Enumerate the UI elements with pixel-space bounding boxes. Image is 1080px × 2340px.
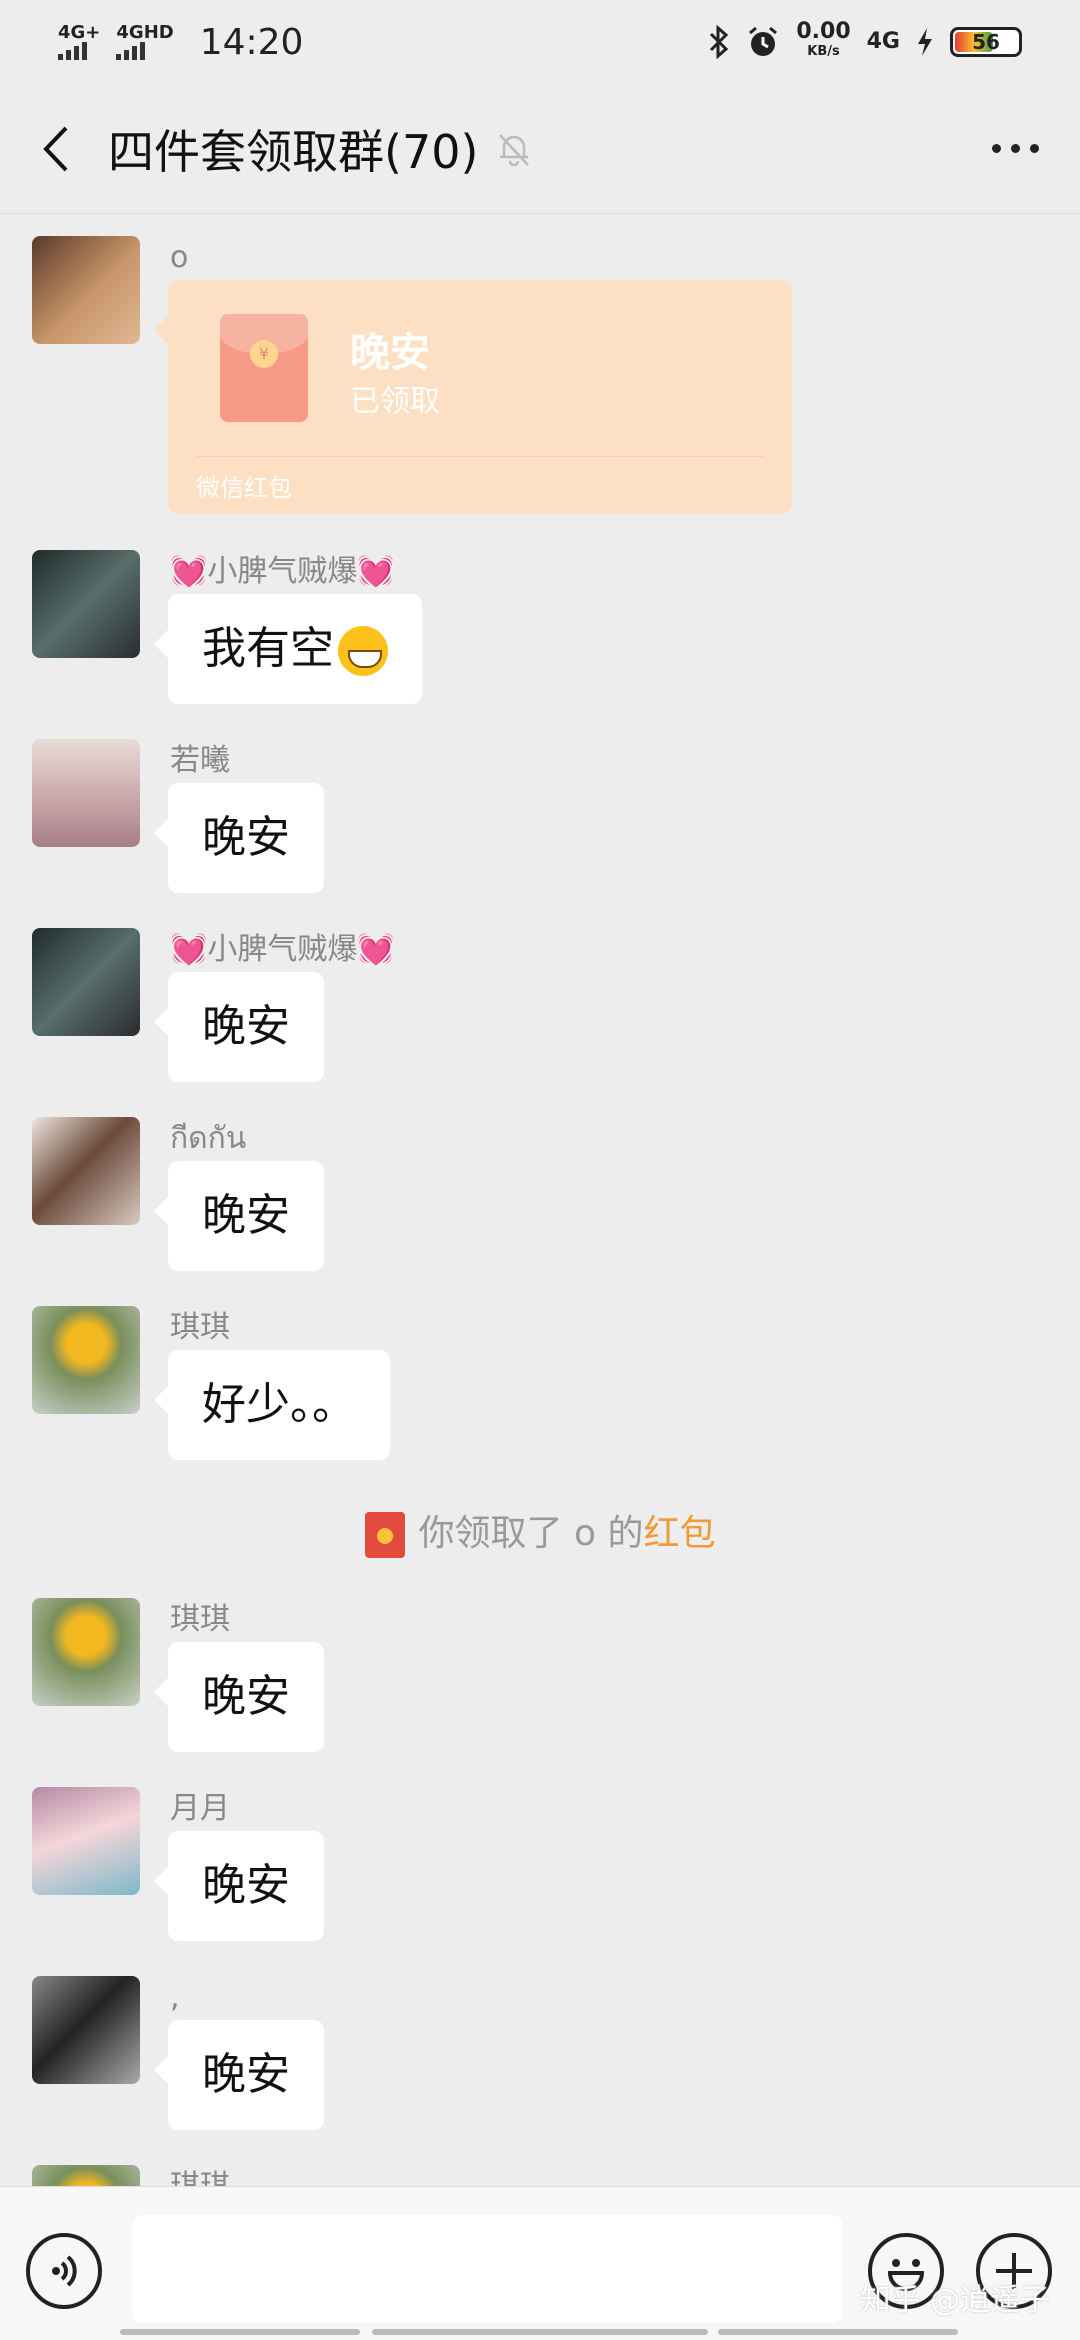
avatar[interactable] (32, 1787, 140, 1895)
heart-icon: 💓 (170, 932, 208, 967)
nav-bar-indicator (718, 2329, 958, 2335)
avatar[interactable] (32, 2165, 140, 2186)
red-packet-notice: 你领取了 o 的红包 (0, 1504, 1080, 1558)
sender-name: 琪琪 (170, 2165, 230, 2186)
sender-name: 月月 (170, 1791, 230, 1826)
sender-name: 💓小脾气贼爆💓 (170, 932, 395, 967)
avatar[interactable] (32, 739, 140, 847)
red-packet-icon (364, 1512, 405, 1558)
page-title: 四件套领取群(70) (108, 124, 479, 179)
sender-name: 琪琪 (170, 1602, 230, 1637)
avatar[interactable] (32, 550, 140, 658)
message-bubble[interactable]: 晚安 (154, 783, 324, 893)
signal-4g-indicator-2: 4G (866, 29, 900, 54)
watermark: 知乎 @逍遥子 (860, 2283, 1050, 2318)
avatar[interactable] (32, 1306, 140, 1414)
back-button[interactable] (30, 119, 80, 179)
sender-name: 💓小脾气贼爆💓 (170, 554, 395, 589)
input-bar: 知乎 @逍遥子 (0, 2186, 1080, 2340)
heart-icon: 💓 (357, 554, 395, 589)
list-item: 若曦 晚安 (32, 739, 324, 893)
bluetooth-icon (710, 25, 729, 59)
more-icon (991, 144, 1001, 153)
avatar[interactable] (32, 1976, 140, 2084)
mute-bell-icon (499, 133, 530, 166)
sender-name: o (170, 240, 189, 275)
packet-footer: 微信红包 (196, 474, 292, 502)
status-time: 14:20 (199, 21, 304, 63)
message-bubble[interactable]: 好少。。 (154, 1350, 390, 1460)
chat-header: 四件套领取群(70) (0, 84, 1080, 214)
list-item: 琪琪 (32, 2165, 230, 2186)
red-packet-card[interactable]: ¥ 晚安 已领取 微信红包 (154, 280, 792, 514)
list-item: o ¥ 晚安 已领取 微信红包 (32, 236, 792, 514)
list-item: 琪琪 晚安 (32, 1598, 324, 1752)
message-bubble[interactable]: 晚安 (154, 972, 324, 1082)
message-list[interactable]: o ¥ 晚安 已领取 微信红包 💓小脾气贼爆💓 我有空 若曦 晚安 💓小脾气贼爆… (0, 214, 1080, 2186)
sender-name: กีดกัน (170, 1121, 247, 1156)
list-item: 💓小脾气贼爆💓 晚安 (32, 928, 395, 1082)
voice-button[interactable] (26, 2233, 102, 2309)
list-item: กีดกัน 晚安 (32, 1117, 324, 1271)
avatar[interactable] (32, 236, 140, 344)
message-bubble[interactable]: 我有空 (154, 594, 422, 704)
list-item: , 晚安 (32, 1976, 324, 2130)
sender-name: 若曦 (170, 743, 230, 778)
avatar[interactable] (32, 1598, 140, 1706)
charging-icon (918, 28, 932, 56)
nav-bar-indicator (120, 2329, 360, 2335)
grin-emoji-icon (338, 626, 388, 676)
sender-name: , (170, 1980, 180, 2015)
avatar[interactable] (32, 928, 140, 1036)
packet-status: 已领取 (350, 384, 440, 419)
message-bubble[interactable]: 晚安 (154, 1831, 324, 1941)
list-item: 月月 晚安 (32, 1787, 324, 1941)
heart-icon: 💓 (357, 932, 395, 967)
red-packet-icon: ¥ (220, 314, 308, 422)
sender-name: 琪琪 (170, 1310, 230, 1345)
nav-bar-indicator (372, 2329, 708, 2335)
avatar[interactable] (32, 1117, 140, 1225)
battery-indicator: 56 (950, 27, 1022, 57)
message-input[interactable] (132, 2215, 842, 2323)
status-bar: 4G+ 4GHD 14:20 0.00 KB/s 4G 56 (0, 0, 1080, 84)
list-item: 💓小脾气贼爆💓 我有空 (32, 550, 422, 704)
message-bubble[interactable]: 晚安 (154, 2020, 324, 2130)
voice-icon (52, 2255, 77, 2287)
signal-4g-indicator: 4G+ (58, 24, 100, 60)
network-speed: 0.00 KB/s (796, 19, 851, 60)
list-item: 琪琪 好少。。 (32, 1306, 390, 1460)
more-button[interactable] (980, 129, 1050, 169)
message-bubble[interactable]: 晚安 (154, 1642, 324, 1752)
red-packet-link[interactable]: 红包 (643, 1513, 715, 1554)
alarm-icon (749, 26, 778, 56)
back-icon (43, 126, 68, 171)
heart-icon: 💓 (170, 554, 208, 589)
signal-4ghd-indicator: 4GHD (116, 24, 174, 60)
packet-title: 晚安 (350, 330, 430, 376)
message-bubble[interactable]: 晚安 (154, 1161, 324, 1271)
